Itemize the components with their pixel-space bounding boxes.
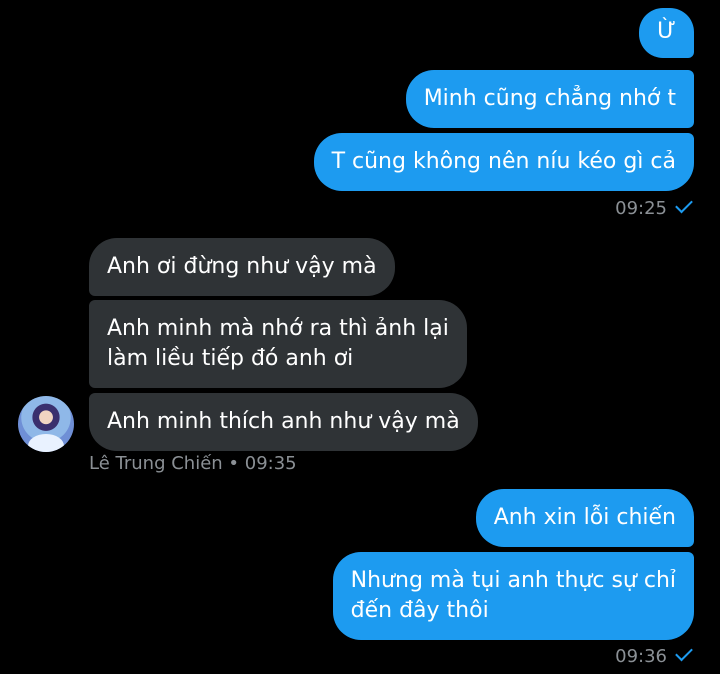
sender-meta: Lê Trung Chiến • 09:35 <box>89 453 297 474</box>
outgoing-message[interactable]: Ừ <box>639 8 694 58</box>
outgoing-message[interactable]: Anh xin lỗi chiến <box>475 489 694 547</box>
outgoing-message[interactable]: Nhưng mà tụi anh thực sự chỉ đến đây thô… <box>332 552 694 640</box>
outgoing-message[interactable]: T cũng không nên níu kéo gì cả <box>313 133 694 191</box>
incoming-message[interactable]: Anh minh thích anh như vậy mà <box>89 393 478 451</box>
timestamp-text: 09:35 <box>244 453 297 474</box>
read-check-icon <box>675 643 693 662</box>
message-timestamp: 09:25 <box>615 195 693 219</box>
meta-separator: • <box>222 453 245 474</box>
incoming-message[interactable]: Anh ơi đừng như vậy mà <box>89 238 395 296</box>
avatar[interactable] <box>18 396 74 452</box>
read-check-icon <box>675 195 693 214</box>
timestamp-text: 09:36 <box>615 646 667 667</box>
message-timestamp: 09:36 <box>615 643 693 667</box>
sender-name[interactable]: Lê Trung Chiến <box>89 453 223 474</box>
timestamp-text: 09:25 <box>615 198 667 219</box>
incoming-message[interactable]: Anh minh mà nhớ ra thì ảnh lại làm liều … <box>89 300 467 388</box>
outgoing-message[interactable]: Minh cũng chẳng nhớ t <box>405 70 694 128</box>
